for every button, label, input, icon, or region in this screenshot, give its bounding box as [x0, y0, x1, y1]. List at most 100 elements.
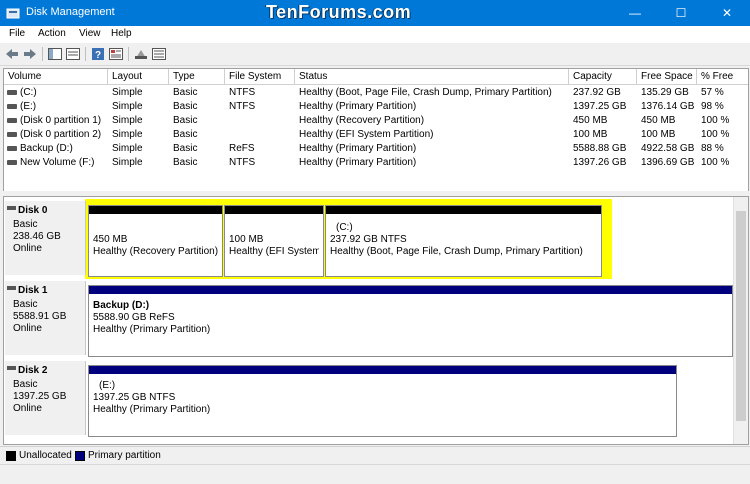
maximize-button[interactable]: ☐ [658, 0, 704, 26]
disk-graphical-view: Disk 0 Basic 238.46 GB Online 450 MB Hea… [3, 196, 749, 445]
column-header-type[interactable]: Type [173, 71, 195, 82]
table-cell: Healthy (Boot, Page File, Crash Dump, Pr… [299, 87, 552, 98]
disk-type: Basic [13, 219, 38, 230]
table-cell: 5588.88 GB [573, 143, 627, 154]
table-cell: 237.92 GB [573, 87, 621, 98]
properties-icon[interactable] [108, 46, 124, 62]
drive-icon [7, 146, 17, 151]
column-divider[interactable] [168, 69, 169, 84]
table-cell: 4922.58 GB [641, 143, 695, 154]
disk-size: 5588.91 GB [13, 311, 67, 322]
table-cell: 100 % [701, 115, 730, 126]
partition-status: Healthy (Boot, Page File, Crash Dump, Pr… [330, 246, 583, 257]
show-hide-icon[interactable] [65, 46, 81, 62]
scrollbar-thumb[interactable] [736, 211, 746, 421]
minimize-button[interactable]: — [612, 0, 658, 26]
column-header-status[interactable]: Status [299, 71, 327, 82]
column-divider[interactable] [568, 69, 569, 84]
forward-icon[interactable] [22, 46, 38, 62]
disk-icon[interactable] [133, 46, 149, 62]
partition-title: (C:) [336, 222, 353, 233]
menu-bar: File Action View Help [0, 26, 750, 43]
close-button[interactable]: ✕ [704, 0, 750, 26]
disk-size: 238.46 GB [13, 231, 61, 242]
disk-state: Online [13, 403, 42, 414]
column-divider[interactable] [696, 69, 697, 84]
partition-status: Healthy (Primary Partition) [93, 404, 211, 415]
disk-2-label[interactable]: Disk 2 Basic 1397.25 GB Online [5, 361, 86, 435]
table-cell: (E:) [20, 101, 37, 112]
table-cell: Basic [173, 129, 198, 140]
table-cell: ReFS [229, 143, 255, 154]
column-header-file-system[interactable]: File System [229, 71, 281, 82]
table-cell: Simple [112, 129, 143, 140]
table-cell: Healthy (EFI System Partition) [299, 129, 434, 140]
disk-name: Disk 0 [18, 205, 48, 216]
table-cell: 1396.69 GB [641, 157, 695, 168]
column-header-layout[interactable]: Layout [112, 71, 142, 82]
column-divider[interactable] [294, 69, 295, 84]
list-icon[interactable] [151, 46, 167, 62]
back-icon[interactable] [4, 46, 20, 62]
table-cell: Basic [173, 87, 198, 98]
help-icon[interactable]: ? [90, 46, 106, 62]
volume-list-header: Volume Layout Type File System Status Ca… [4, 69, 748, 85]
table-row[interactable]: (C:) Simple Basic NTFS Healthy (Boot, Page F… [4, 86, 748, 100]
table-cell: NTFS [229, 157, 256, 168]
menu-help[interactable]: Help [111, 28, 132, 39]
table-cell: Simple [112, 143, 143, 154]
console-tree-icon[interactable] [47, 46, 63, 62]
partition-disk0-recovery[interactable]: 450 MB Healthy (Recovery Partition) [88, 205, 223, 277]
table-cell: 100 MB [641, 129, 676, 140]
disk-name: Disk 1 [18, 285, 48, 296]
drive-icon [7, 104, 17, 109]
partition-disk0-c[interactable]: (C:) 237.92 GB NTFS Healthy (Boot, Page … [325, 205, 602, 277]
partition-status: Healthy (Primary Partition) [93, 324, 211, 335]
drive-icon [7, 286, 16, 290]
column-header-free-space[interactable]: Free Space [641, 71, 693, 82]
table-row[interactable]: (Disk 0 partition 2) Simple Basic Healthy (… [4, 128, 748, 142]
disk-state: Online [13, 323, 42, 334]
table-cell: 100 % [701, 129, 730, 140]
table-row[interactable]: New Volume (F:) Simple Basic NTFS Healthy (P… [4, 156, 748, 170]
table-row[interactable]: (E:) Simple Basic NTFS Healthy (Primary Part… [4, 100, 748, 114]
legend-primary: Primary partition [88, 450, 161, 461]
unallocated-swatch [6, 451, 16, 461]
table-cell: 57 % [701, 87, 724, 98]
partition-disk2-e[interactable]: (E:) 1397.25 GB NTFS Healthy (Primary Pa… [88, 365, 677, 437]
pane-splitter[interactable] [0, 191, 750, 195]
table-cell: Healthy (Primary Partition) [299, 157, 417, 168]
partition-disk0-efi[interactable]: 100 MB Healthy (EFI System P [224, 205, 324, 277]
drive-icon [7, 132, 17, 137]
drive-icon [7, 206, 16, 210]
table-row[interactable]: (Disk 0 partition 1) Simple Basic Healthy (… [4, 114, 748, 128]
column-header-percent-free[interactable]: % Free [701, 71, 733, 82]
column-divider[interactable] [224, 69, 225, 84]
disk-name: Disk 2 [18, 365, 48, 376]
disk-state: Online [13, 243, 42, 254]
partition-size: 450 MB [93, 234, 128, 245]
table-cell: 88 % [701, 143, 724, 154]
menu-view[interactable]: View [79, 28, 101, 39]
watermark-logo: TenForums.com [266, 2, 412, 22]
drive-icon [7, 160, 17, 165]
disk-1-label[interactable]: Disk 1 Basic 5588.91 GB Online [5, 281, 86, 355]
menu-file[interactable]: File [9, 28, 25, 39]
column-divider[interactable] [107, 69, 108, 84]
menu-action[interactable]: Action [38, 28, 66, 39]
vertical-scrollbar[interactable] [733, 197, 748, 444]
partition-bar [89, 366, 676, 374]
partition-size: 237.92 GB NTFS [330, 234, 407, 245]
disk-0-label[interactable]: Disk 0 Basic 238.46 GB Online [5, 201, 86, 275]
column-header-capacity[interactable]: Capacity [573, 71, 612, 82]
column-header-volume[interactable]: Volume [8, 71, 41, 82]
disk-size: 1397.25 GB [13, 391, 67, 402]
window-title: Disk Management [26, 6, 115, 18]
table-cell: Healthy (Primary Partition) [299, 143, 417, 154]
partition-disk1-backup[interactable]: Backup (D:) 5588.90 GB ReFS Healthy (Pri… [88, 285, 733, 357]
partition-title: Backup (D:) [93, 300, 150, 311]
status-bar [0, 464, 750, 484]
table-row[interactable]: Backup (D:) Simple Basic ReFS Healthy (Prima… [4, 142, 748, 156]
column-divider[interactable] [636, 69, 637, 84]
partition-bar [225, 206, 323, 214]
